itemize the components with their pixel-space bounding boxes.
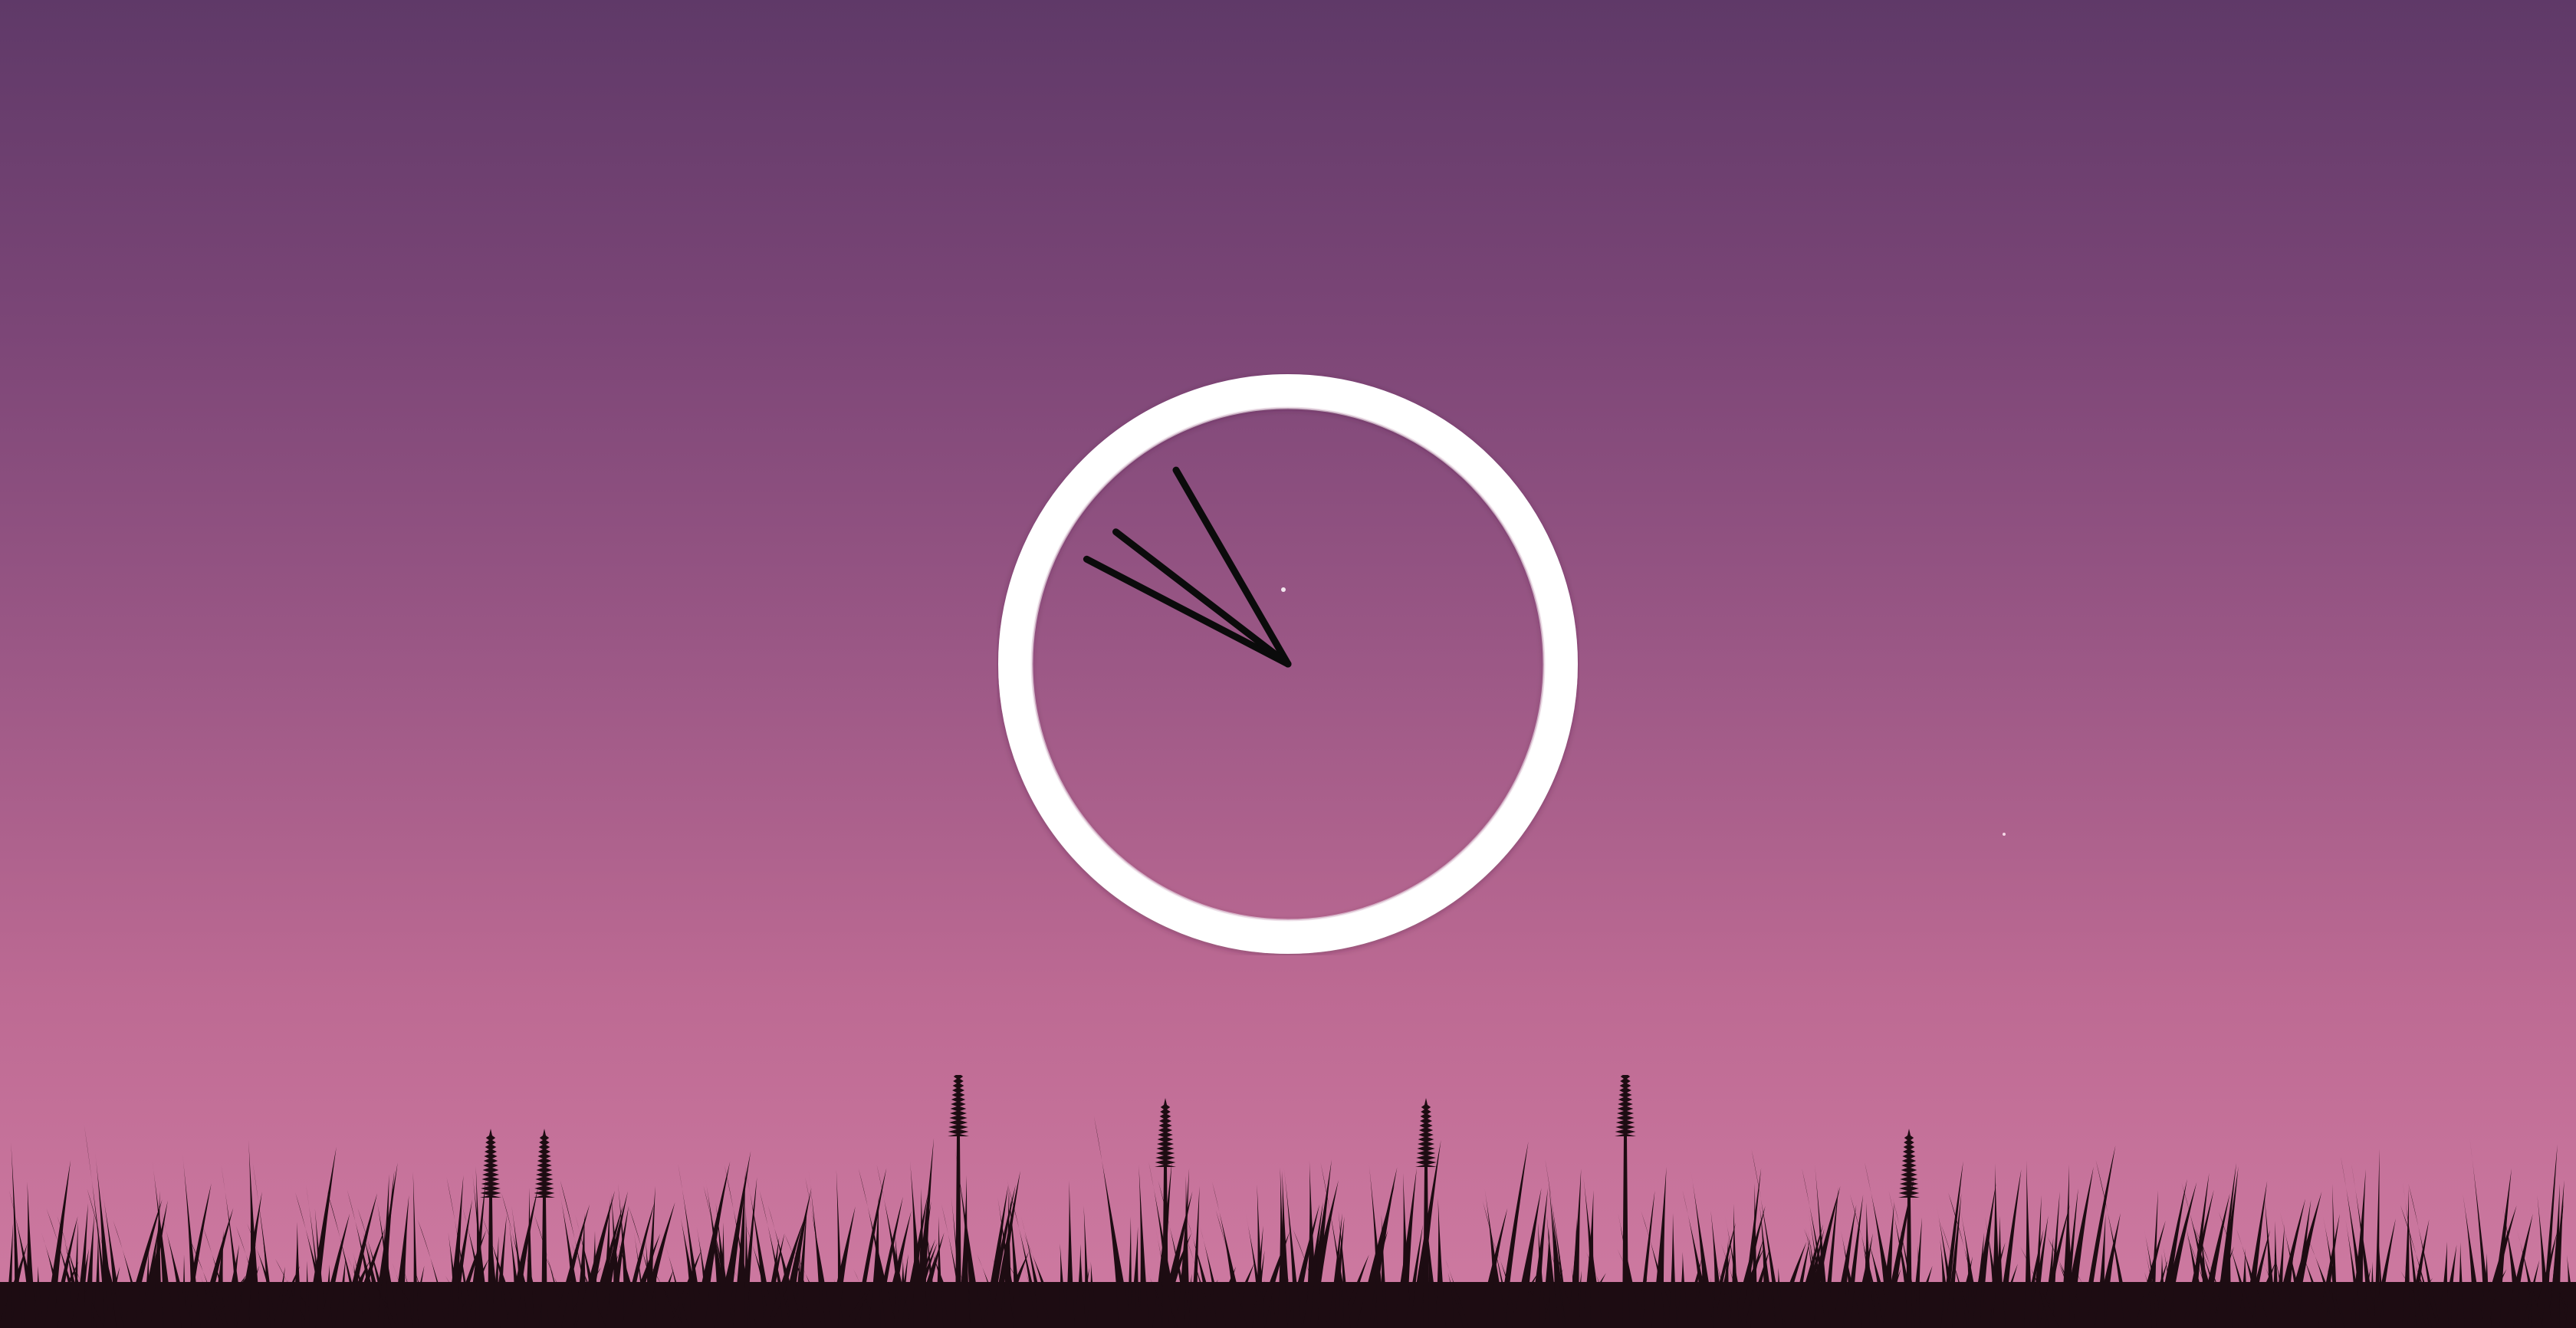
desktop-wallpaper [0, 0, 2576, 1328]
clock-center-dot [1281, 587, 1286, 592]
star [2003, 833, 2006, 836]
desktop-clock-widget [997, 373, 1579, 955]
grass-silhouette [0, 1075, 2576, 1328]
clock-face [998, 374, 1578, 954]
second-hand [1112, 528, 1292, 668]
